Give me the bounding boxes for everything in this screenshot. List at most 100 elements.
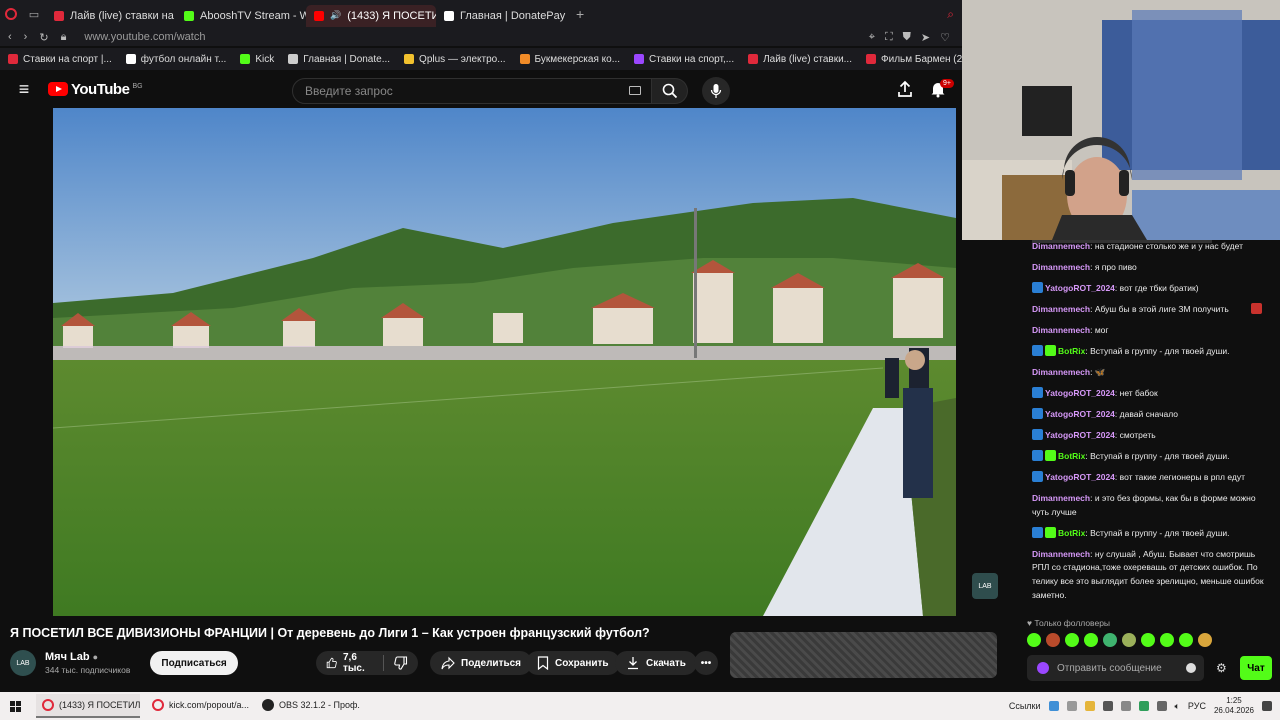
browser-tab[interactable]: Главная | DonatePay <box>436 5 566 27</box>
browser-tab[interactable]: AbooshTV Stream - Watch <box>176 5 306 27</box>
badge-icon <box>1032 526 1043 538</box>
search-tabs-icon[interactable]: ⌕ <box>947 7 962 22</box>
emote-icon[interactable] <box>1065 633 1079 647</box>
emote-icon[interactable] <box>1141 633 1155 647</box>
followers-only-label: ♥ Только фолловеры <box>1027 618 1111 628</box>
tray-app-icon[interactable] <box>1048 701 1059 711</box>
taskbar-item[interactable]: (1433) Я ПОСЕТИЛ ... <box>36 694 140 718</box>
bookmark-item[interactable]: Фильм Бармен (2... <box>866 54 962 65</box>
chat-username[interactable]: Dimannemech <box>1032 304 1090 314</box>
voice-search-button[interactable] <box>702 77 730 105</box>
chat-username[interactable]: YatogoROT_2024 <box>1045 283 1115 293</box>
start-button[interactable] <box>0 700 30 712</box>
ad-placeholder[interactable] <box>730 632 997 678</box>
chat-username[interactable]: YatogoROT_2024 <box>1045 472 1115 482</box>
subscriber-count: 344 тыс. подписчиков <box>45 665 131 675</box>
video-player[interactable] <box>53 108 956 616</box>
bookmark-item[interactable]: Лайв (live) ставки... <box>748 54 852 65</box>
taskbar-item[interactable]: OBS 32.1.2 - Проф... <box>256 694 360 718</box>
search-input[interactable]: Введите запрос <box>292 78 652 104</box>
chat-username[interactable]: Dimannemech <box>1032 367 1090 377</box>
shield-icon[interactable]: ⛊ <box>903 31 911 44</box>
search-button[interactable] <box>652 78 688 104</box>
chat-username[interactable]: BotRix <box>1058 346 1085 356</box>
browser-tab-active[interactable]: 🔊(1433) Я ПОСЕТИЛ ВС <box>306 4 436 27</box>
subscribe-button[interactable]: Подписаться <box>150 651 238 675</box>
clock[interactable]: 1:25 26.04.2026 <box>1214 696 1254 716</box>
notification-center-icon[interactable] <box>1262 701 1272 711</box>
chat-username[interactable]: Dimannemech <box>1032 493 1090 503</box>
opera-icon <box>42 699 54 711</box>
tray-app-icon[interactable] <box>1138 701 1149 711</box>
lock-icon: 🔒︎ <box>60 30 67 43</box>
avatar[interactable]: LAB <box>10 650 36 676</box>
url-field[interactable]: www.youtube.com/watch <box>84 31 205 43</box>
browser-tab[interactable]: Лайв (live) ставки на Бас <box>46 5 176 27</box>
pin-icon[interactable]: ⌖ <box>869 31 875 44</box>
microphone-icon <box>710 84 722 98</box>
chat-username[interactable]: YatogoROT_2024 <box>1045 388 1115 398</box>
chat-username[interactable]: YatogoROT_2024 <box>1045 409 1115 419</box>
chat-text: : Вступай в группу - для твоей души. <box>1085 345 1230 356</box>
send-icon[interactable]: ➤ <box>921 31 930 44</box>
tray-app-icon[interactable] <box>1066 701 1077 711</box>
tray-app-icon[interactable] <box>1084 701 1095 711</box>
language-indicator[interactable]: РУС <box>1188 701 1206 711</box>
like-button[interactable]: 7,6 тыс. <box>316 652 383 674</box>
heart-icon[interactable]: ♡ <box>940 31 950 44</box>
volume-icon[interactable]: 🔈︎ <box>1175 701 1180 712</box>
chat-settings-icon[interactable]: ⚙ <box>1216 661 1227 675</box>
bookmark-item[interactable]: Ставки на спорт |... <box>8 54 112 65</box>
bookmark-item[interactable]: Букмекерская ко... <box>519 54 620 65</box>
emote-icon[interactable] <box>1046 633 1060 647</box>
chat-username[interactable]: Dimannemech <box>1032 241 1090 251</box>
snapshot-icon[interactable]: ⛶ <box>885 31 893 44</box>
bookmark-item[interactable]: Ставки на спорт,... <box>634 54 734 65</box>
emote-icon[interactable] <box>1122 633 1136 647</box>
speaker-icon[interactable]: 🔊 <box>330 10 341 21</box>
taskbar-item[interactable]: kick.com/popout/a... <box>146 694 250 718</box>
emote-icon[interactable] <box>1179 633 1193 647</box>
chat-username[interactable]: Dimannemech <box>1032 549 1090 559</box>
chat-username[interactable]: YatogoROT_2024 <box>1045 430 1115 440</box>
chat-username[interactable]: BotRix <box>1058 451 1085 461</box>
bookmark-item[interactable]: Главная | Donate... <box>288 54 390 65</box>
workspaces-icon[interactable]: ▭ <box>22 0 46 28</box>
share-button[interactable]: Поделиться <box>430 651 533 675</box>
emoji-picker-icon[interactable] <box>1186 663 1196 673</box>
bookmark-item[interactable]: Qplus — электро... <box>404 54 506 65</box>
chat-username[interactable]: Dimannemech <box>1032 325 1090 335</box>
more-actions-button[interactable]: ••• <box>694 651 718 675</box>
send-chat-button[interactable]: Чат <box>1240 656 1272 680</box>
tray-app-icon[interactable] <box>1102 701 1113 711</box>
dislike-button[interactable] <box>384 656 418 670</box>
download-button[interactable]: Скачать <box>615 651 697 675</box>
emote-icon[interactable] <box>1198 633 1212 647</box>
bookmark-item[interactable]: футбол онлайн т... <box>125 54 226 65</box>
menu-icon[interactable]: ≡ <box>0 79 48 100</box>
emote-icon[interactable] <box>1103 633 1117 647</box>
keyboard-icon[interactable] <box>629 86 641 95</box>
emote-icon[interactable] <box>1160 633 1174 647</box>
bookmark-item[interactable]: Kick <box>240 54 274 65</box>
tray-app-icon[interactable] <box>1156 701 1167 711</box>
reload-icon[interactable]: ↻ <box>39 31 48 44</box>
chat-message-list[interactable]: Dimannemech: на стадионе столько же и у … <box>1032 240 1264 610</box>
chat-username[interactable]: BotRix <box>1058 528 1085 538</box>
save-button[interactable]: Сохранить <box>526 651 620 675</box>
emote-icon[interactable] <box>1027 633 1041 647</box>
channel-watermark[interactable]: LAB <box>972 573 998 599</box>
emote-icon[interactable] <box>1084 633 1098 647</box>
upload-button[interactable] <box>896 80 914 101</box>
forward-icon[interactable]: › <box>24 31 28 43</box>
back-icon[interactable]: ‹ <box>8 31 12 43</box>
left-margin <box>0 108 53 616</box>
tray-app-icon[interactable] <box>1120 701 1131 711</box>
opera-logo-icon[interactable] <box>0 0 22 28</box>
new-tab-button[interactable]: + <box>566 6 594 22</box>
youtube-logo[interactable]: YouTube BG <box>48 81 143 98</box>
chat-message-input[interactable]: Отправить сообщение <box>1027 655 1204 681</box>
channel-name[interactable]: Мяч Lab <box>45 651 90 663</box>
chat-username[interactable]: Dimannemech <box>1032 262 1090 272</box>
links-label[interactable]: Ссылки <box>1009 701 1041 711</box>
